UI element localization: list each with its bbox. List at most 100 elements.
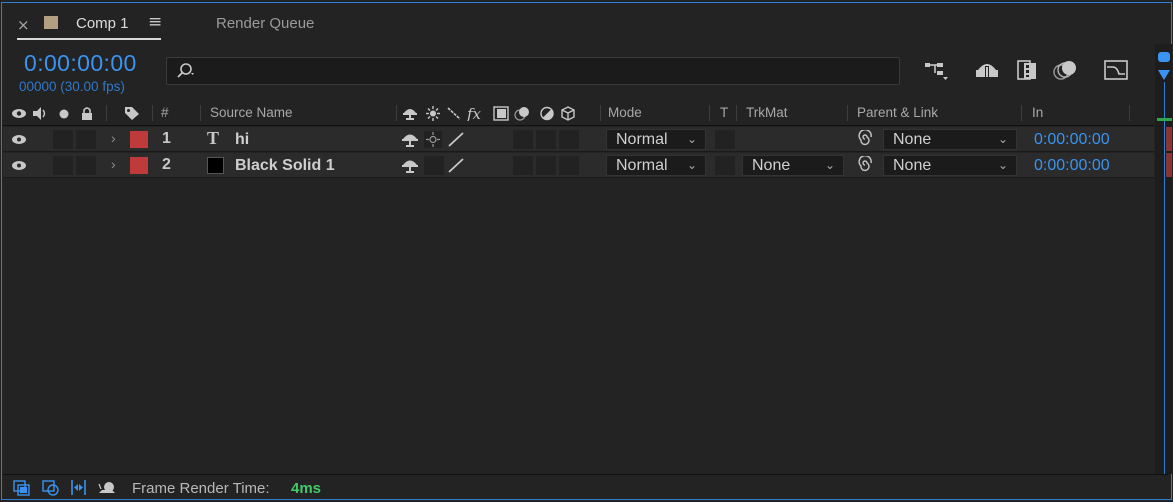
column-parent-link[interactable]: Parent & Link <box>857 105 938 120</box>
adjustment-layer-icon[interactable] <box>539 106 555 121</box>
lock-switch-cell[interactable] <box>76 156 96 175</box>
parent-pickwhip-icon[interactable] <box>856 130 874 148</box>
track-matte-value: None <box>752 157 791 174</box>
motion-blur-switch-cell[interactable] <box>513 156 533 175</box>
column-number[interactable]: # <box>161 105 169 120</box>
layer-row[interactable]: › 1 T hi Normal ⌄ None ⌄ 0:00:00:00 <box>3 127 1154 152</box>
search-icon <box>177 63 194 78</box>
effects-fx-icon[interactable]: fx <box>466 105 483 123</box>
lock-icon[interactable] <box>79 106 95 121</box>
layer-duration-bar[interactable] <box>1166 153 1172 177</box>
shy-switch-icon[interactable] <box>401 157 419 174</box>
tab-comp-1[interactable]: Comp 1 <box>76 15 129 32</box>
collapse-switch-cell[interactable] <box>424 156 444 175</box>
in-out-toggle-icon[interactable] <box>69 479 88 496</box>
layer-name[interactable]: hi <box>235 131 249 149</box>
blend-mode-dropdown[interactable]: Normal ⌄ <box>606 129 706 150</box>
motion-blur-switch-cell[interactable] <box>513 130 533 149</box>
work-area-bar[interactable] <box>1157 118 1172 121</box>
chevron-down-icon: ⌄ <box>686 132 697 146</box>
layer-duration-bar[interactable] <box>1166 127 1172 151</box>
column-divider <box>106 105 107 121</box>
3d-switch-cell[interactable] <box>559 130 579 149</box>
collapse-sun-icon[interactable] <box>425 106 441 121</box>
close-tab-icon[interactable]: × <box>17 16 30 34</box>
lock-switch-cell[interactable] <box>76 130 96 149</box>
expand-layer-chevron-icon[interactable]: › <box>111 156 116 172</box>
text-layer-icon: T <box>207 128 220 148</box>
layer-visibility-eye-icon[interactable] <box>11 160 27 171</box>
draft-3d-icon[interactable] <box>974 58 1000 82</box>
audio-switch-cell[interactable] <box>53 156 73 175</box>
panel-tab-bar: × Comp 1 ≡ Render Queue <box>3 4 1168 44</box>
shy-icon[interactable] <box>402 106 418 121</box>
3d-layer-cube-icon[interactable] <box>560 106 576 121</box>
panel-menu-icon[interactable]: ≡ <box>148 12 162 32</box>
motion-blur-icon[interactable] <box>1052 58 1078 82</box>
active-tab-underline <box>17 38 161 40</box>
preserve-transparency-cell[interactable] <box>715 156 735 175</box>
blend-mode-dropdown[interactable]: Normal ⌄ <box>606 155 706 176</box>
tab-render-queue[interactable]: Render Queue <box>216 15 314 32</box>
current-time-display[interactable]: 0:00:00:00 <box>24 50 137 77</box>
parent-pickwhip-icon[interactable] <box>856 156 874 174</box>
column-divider <box>1129 105 1130 121</box>
column-divider <box>396 105 397 121</box>
parent-dropdown[interactable]: None ⌄ <box>883 129 1017 150</box>
adjustment-switch-cell[interactable] <box>536 156 556 175</box>
render-time-snail-icon[interactable] <box>98 479 117 496</box>
layer-number: 2 <box>162 156 171 173</box>
blend-mode-value: Normal <box>616 131 668 148</box>
layer-search-field[interactable] <box>166 57 900 85</box>
comp-color-swatch <box>44 16 58 29</box>
label-tag-icon[interactable] <box>124 106 140 121</box>
search-input[interactable] <box>201 61 891 81</box>
layer-visibility-eye-icon[interactable] <box>11 134 27 145</box>
adjustment-switch-cell[interactable] <box>536 130 556 149</box>
column-mode[interactable]: Mode <box>608 105 642 120</box>
column-trkmat[interactable]: TrkMat <box>746 105 788 120</box>
parent-dropdown[interactable]: None ⌄ <box>883 155 1017 176</box>
layer-name[interactable]: Black Solid 1 <box>235 157 335 175</box>
column-in[interactable]: In <box>1032 105 1043 120</box>
frame-blend-switch-icon[interactable] <box>493 106 509 121</box>
layer-label-color[interactable] <box>130 157 148 174</box>
layer-row[interactable]: › 2 Black Solid 1 Normal ⌄ None ⌄ None ⌄… <box>3 153 1154 178</box>
column-track-matte-t[interactable]: T <box>720 105 728 120</box>
playhead-icon[interactable] <box>1157 52 1171 82</box>
audio-switch-cell[interactable] <box>53 130 73 149</box>
layer-in-point[interactable]: 0:00:00:00 <box>1034 131 1110 149</box>
column-divider <box>709 105 710 121</box>
quality-slash-icon[interactable] <box>446 106 462 121</box>
layer-switches-toggle-icon[interactable] <box>12 479 31 496</box>
video-eye-icon[interactable] <box>11 106 27 121</box>
shy-switch-icon[interactable] <box>401 131 419 148</box>
column-source-name[interactable]: Source Name <box>210 105 293 120</box>
layer-in-point[interactable]: 0:00:00:00 <box>1034 157 1110 175</box>
transfer-controls-toggle-icon[interactable] <box>41 479 60 496</box>
svg-text:fx: fx <box>467 106 482 121</box>
graph-editor-icon[interactable] <box>1103 58 1129 82</box>
frame-blending-icon[interactable] <box>1014 58 1040 82</box>
3d-switch-cell[interactable] <box>559 156 579 175</box>
composition-flowchart-icon[interactable] <box>923 58 949 82</box>
layer-label-color[interactable] <box>130 131 148 148</box>
expand-layer-chevron-icon[interactable]: › <box>111 130 116 146</box>
layer-number: 1 <box>162 130 171 147</box>
column-divider <box>736 105 737 121</box>
chevron-down-icon: ⌄ <box>824 158 835 172</box>
preserve-transparency-cell[interactable] <box>715 130 735 149</box>
quality-switch-icon[interactable] <box>447 157 465 174</box>
motion-blur-switch-icon[interactable] <box>514 106 530 121</box>
audio-speaker-icon[interactable] <box>32 106 48 121</box>
quality-switch-icon[interactable] <box>447 131 465 148</box>
current-time-indicator-line <box>1164 82 1165 474</box>
collapse-switch-icon[interactable] <box>424 131 442 148</box>
column-divider <box>152 105 153 121</box>
chevron-down-icon: ⌄ <box>997 132 1008 146</box>
solid-layer-swatch <box>207 157 224 174</box>
track-matte-dropdown[interactable]: None ⌄ <box>742 155 844 176</box>
column-divider <box>1021 105 1022 121</box>
solo-dot-icon[interactable] <box>56 106 72 121</box>
frame-render-time-value: 4ms <box>291 480 322 497</box>
